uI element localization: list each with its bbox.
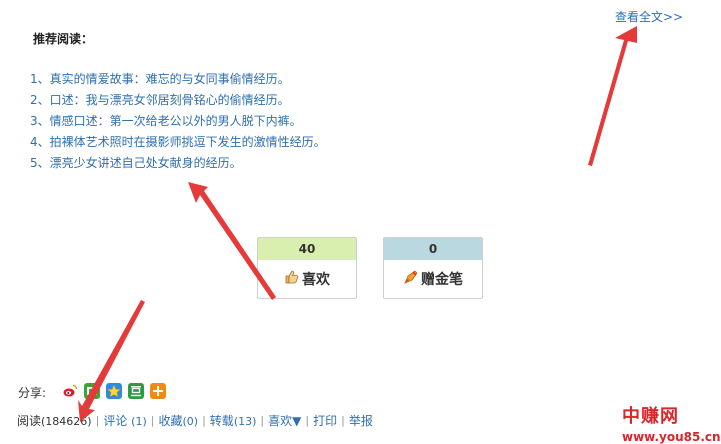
annotation-arrows	[78, 26, 637, 422]
gold-pen-icon	[403, 269, 419, 289]
green-share-icon[interactable]	[84, 383, 100, 399]
repost-link[interactable]: 转载(13)	[210, 412, 257, 429]
watermark-name: 中赚网	[622, 406, 679, 427]
recommend-item[interactable]: 3、情感口述：第一次给老公以外的男人脱下内裤。	[30, 111, 326, 132]
arrow-to-view-full	[588, 26, 637, 166]
star-share-icon[interactable]	[106, 383, 122, 399]
read-count-item: 阅读(184626)	[17, 412, 92, 429]
recommend-item[interactable]: 5、漂亮少女讲述自己处女献身的经历。	[30, 153, 326, 174]
separator: |	[202, 414, 206, 427]
read-count: (184626)	[41, 415, 92, 428]
print-link[interactable]: 打印	[313, 412, 337, 429]
gold-pen-vote-box[interactable]: 0 赠金笔	[383, 237, 483, 299]
weibo-icon[interactable]	[62, 383, 78, 399]
like-dropdown-link[interactable]: 喜欢▼	[268, 412, 301, 429]
gold-pen-button[interactable]: 赠金笔	[384, 260, 482, 297]
separator: |	[260, 414, 265, 427]
site-watermark: 中赚网 www.you85.cn	[622, 402, 721, 444]
report-link[interactable]: 举报	[349, 412, 373, 429]
favorite-link[interactable]: 收藏(0)	[158, 412, 198, 429]
view-full-text-link[interactable]: 查看全文>>	[615, 8, 683, 25]
share-label: 分享:	[18, 386, 47, 400]
gold-pen-label: 赠金笔	[421, 271, 463, 288]
recommend-list: 1、真实的情爱故事：难忘的与女同事偷情经历。 2、口述：我与漂亮女邻居刻骨铭心的…	[30, 69, 326, 174]
comment-link[interactable]: 评论 (1)	[103, 412, 146, 429]
like-vote-box[interactable]: 40 喜欢	[257, 237, 357, 299]
like-count: 40	[258, 238, 356, 260]
read-label: 阅读	[17, 414, 42, 428]
watermark-url: www.you85.cn	[622, 430, 721, 444]
recommend-item[interactable]: 4、拍裸体艺术照时在摄影师挑逗下发生的激情性经历。	[30, 132, 326, 153]
separator: |	[305, 414, 310, 427]
separator: |	[95, 414, 100, 427]
article-action-bar: 阅读(184626) | 评论 (1) | 收藏(0) | 转载(13) | 喜…	[17, 412, 373, 429]
arrow-to-read-count	[78, 300, 145, 422]
like-label: 喜欢	[302, 271, 330, 288]
like-button[interactable]: 喜欢	[258, 260, 356, 297]
separator: |	[341, 414, 345, 427]
recommend-title: 推荐阅读：	[33, 32, 94, 46]
separator: |	[150, 414, 155, 427]
gold-pen-count: 0	[384, 238, 482, 260]
douban-icon[interactable]	[128, 383, 144, 399]
recommend-item[interactable]: 1、真实的情爱故事：难忘的与女同事偷情经历。	[30, 69, 326, 90]
thumbs-up-icon	[284, 269, 300, 289]
more-share-icon[interactable]	[150, 383, 166, 399]
recommend-item[interactable]: 2、口述：我与漂亮女邻居刻骨铭心的偷情经历。	[30, 90, 326, 111]
